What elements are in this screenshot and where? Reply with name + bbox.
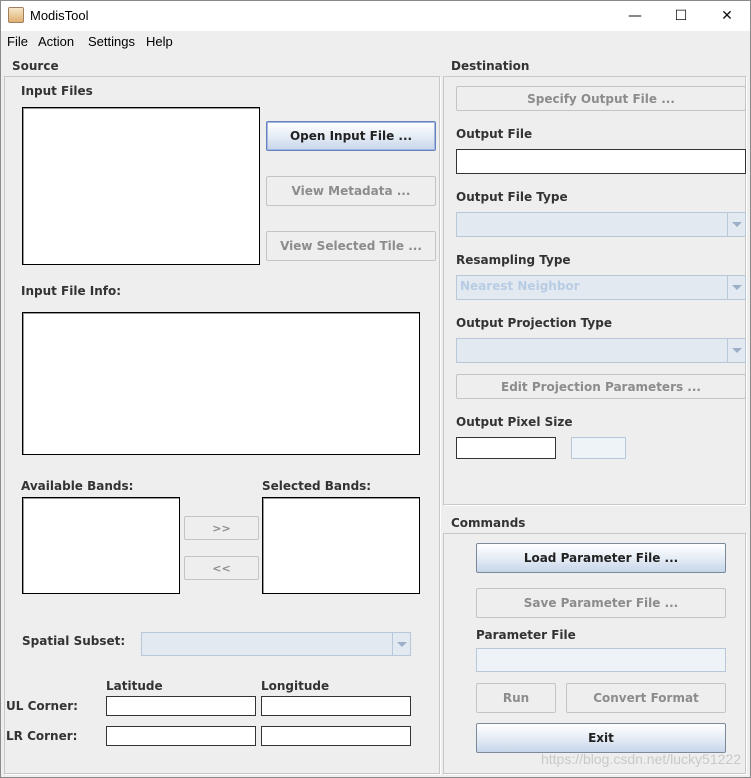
menu-action[interactable]: Action [38,34,74,49]
chevron-down-icon [727,339,745,362]
add-band-button[interactable]: >> [184,516,259,540]
output-pixel-size-label: Output Pixel Size [456,415,573,429]
spatial-subset-label: Spatial Subset: [22,634,126,648]
selected-bands-list[interactable] [262,497,420,594]
close-button[interactable]: ✕ [704,0,750,31]
window-title: ModisTool [30,8,89,23]
save-parameter-file-button[interactable]: Save Parameter File ... [476,588,726,618]
maximize-button[interactable]: ☐ [658,0,704,31]
output-projection-type-label: Output Projection Type [456,316,612,330]
parameter-file-field[interactable] [476,648,726,672]
minimize-button[interactable]: — [612,0,658,31]
destination-title: Destination [451,59,530,73]
convert-format-button[interactable]: Convert Format [566,683,726,713]
output-pixel-size-field[interactable] [456,437,556,459]
output-pixel-size-unit-field[interactable] [571,437,626,459]
available-bands-list[interactable] [22,497,180,594]
chevron-down-icon [727,276,745,299]
resampling-type-label: Resampling Type [456,253,571,267]
load-parameter-file-button[interactable]: Load Parameter File ... [476,543,726,573]
input-file-info-area[interactable] [22,312,420,455]
remove-band-button[interactable]: << [184,556,259,580]
view-metadata-button[interactable]: View Metadata ... [266,176,436,206]
specify-output-file-button[interactable]: Specify Output File ... [456,86,746,111]
input-files-list[interactable] [22,107,260,265]
ul-longitude-field[interactable] [261,696,411,716]
latitude-label: Latitude [106,679,163,693]
parameter-file-label: Parameter File [476,628,576,642]
available-bands-label: Available Bands: [21,479,134,493]
longitude-label: Longitude [261,679,330,693]
watermark: https://blog.csdn.net/lucky51222 [540,751,741,767]
lr-longitude-field[interactable] [261,726,411,746]
lr-corner-label: LR Corner: [6,729,78,743]
resampling-type-value: Nearest Neighbor [460,279,580,293]
lr-latitude-field[interactable] [106,726,256,746]
ul-latitude-field[interactable] [106,696,256,716]
input-file-info-label: Input File Info: [21,284,122,298]
app-icon [8,7,24,23]
output-file-label: Output File [456,127,533,141]
chevron-down-icon [727,213,745,236]
run-button[interactable]: Run [476,683,556,713]
selected-bands-label: Selected Bands: [262,479,372,493]
view-selected-tile-button[interactable]: View Selected Tile ... [266,231,436,261]
menu-help[interactable]: Help [146,34,173,49]
input-files-label: Input Files [21,84,93,98]
source-title: Source [12,59,59,73]
resampling-type-dropdown[interactable]: Nearest Neighbor [456,275,746,300]
chevron-down-icon [392,633,410,655]
output-projection-type-dropdown[interactable] [456,338,746,363]
exit-button[interactable]: Exit [476,723,726,753]
spatial-subset-dropdown[interactable] [141,632,411,656]
output-file-type-label: Output File Type [456,190,568,204]
output-file-field[interactable] [456,149,746,174]
open-input-file-button[interactable]: Open Input File ... [266,121,436,151]
menu-settings[interactable]: Settings [88,34,135,49]
menu-file[interactable]: File [7,34,28,49]
commands-title: Commands [451,516,526,530]
ul-corner-label: UL Corner: [6,699,78,713]
output-file-type-dropdown[interactable] [456,212,746,237]
edit-projection-parameters-button[interactable]: Edit Projection Parameters ... [456,374,746,399]
